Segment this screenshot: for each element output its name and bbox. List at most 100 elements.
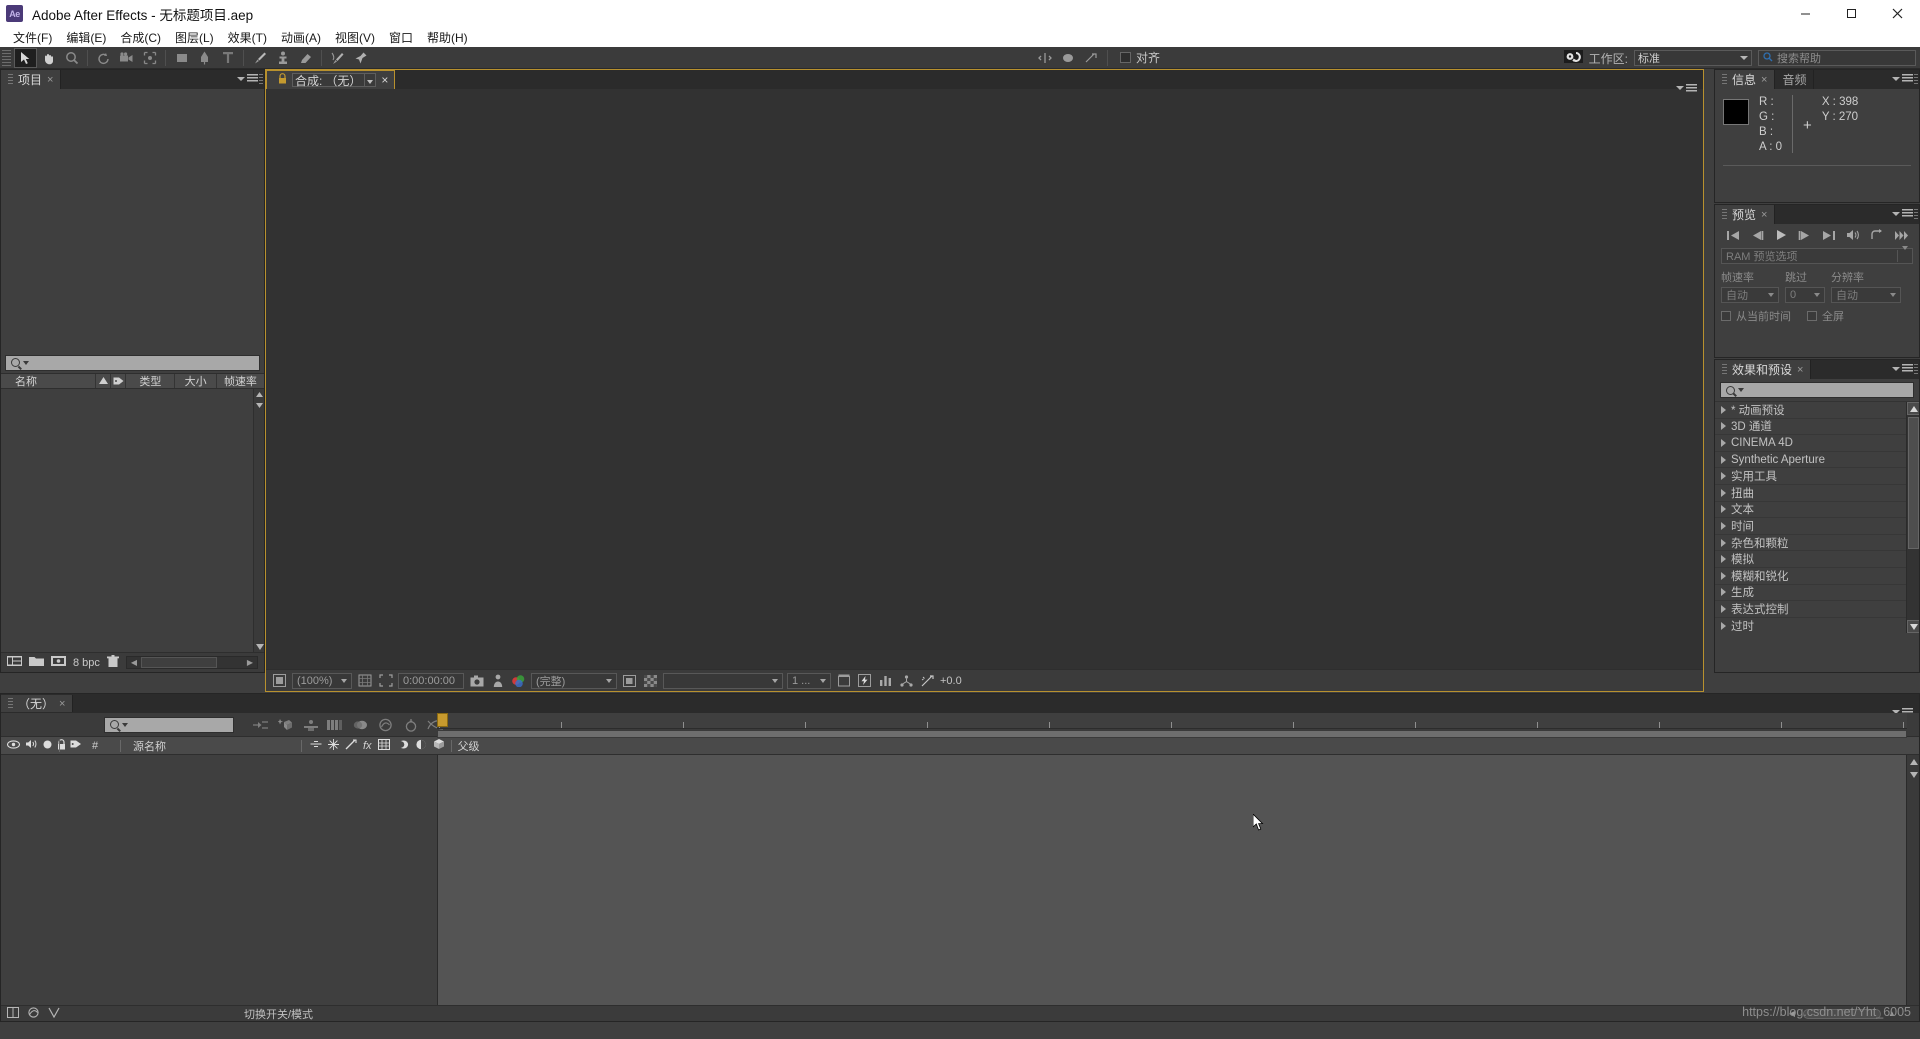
graph-editor-toggle-icon[interactable] xyxy=(27,1006,40,1021)
timeline-current-time[interactable] xyxy=(6,716,92,734)
selection-tool[interactable] xyxy=(14,47,37,68)
toolbar-grip[interactable] xyxy=(2,49,11,66)
panel-grip-icon[interactable] xyxy=(257,70,264,89)
menu-animation[interactable]: 动画(A) xyxy=(274,28,328,47)
tab-preview[interactable]: 预览 × xyxy=(1715,205,1776,224)
fast-preview-icon[interactable] xyxy=(856,672,873,689)
rotation-tool[interactable] xyxy=(92,48,115,68)
menu-help[interactable]: 帮助(H) xyxy=(420,28,475,47)
channels-icon[interactable] xyxy=(510,672,527,689)
effects-category-row[interactable]: 3D 通道 xyxy=(1715,419,1919,436)
pen-tool[interactable] xyxy=(193,48,216,68)
brainstorm-icon[interactable] xyxy=(398,715,423,735)
disclosure-triangle-icon[interactable] xyxy=(1721,555,1726,564)
project-horizontal-scrollbar[interactable]: ◀ ▶ xyxy=(125,656,258,669)
composition-viewer[interactable] xyxy=(266,89,1703,669)
disclosure-triangle-icon[interactable] xyxy=(1721,604,1726,613)
panel-grip-icon[interactable] xyxy=(1912,205,1919,224)
transparency-grid-icon[interactable] xyxy=(642,672,659,689)
effects-panel-menu-button[interactable] xyxy=(1892,364,1913,373)
effects-category-list[interactable]: * 动画预设 3D 通道 CINEMA 4D Synthetic Aperture 实用… xyxy=(1715,401,1919,633)
effects-category-row[interactable]: 生成 xyxy=(1715,585,1919,602)
menu-view[interactable]: 视图(V) xyxy=(328,28,382,47)
loop-icon[interactable] xyxy=(1868,227,1886,243)
last-frame-icon[interactable] xyxy=(1820,227,1838,243)
camera-tool[interactable] xyxy=(115,48,138,68)
scroll-down-arrow-icon[interactable] xyxy=(1907,768,1920,781)
ram-preview-icon[interactable] xyxy=(1892,227,1910,243)
menu-effect[interactable]: 效果(T) xyxy=(221,28,274,47)
composition-name-select[interactable]: 合成: （无） xyxy=(292,73,377,88)
disclosure-triangle-icon[interactable] xyxy=(1721,405,1726,414)
project-search-input[interactable] xyxy=(5,354,260,371)
view-layout-select[interactable] xyxy=(663,672,783,689)
disclosure-triangle-icon[interactable] xyxy=(1721,621,1726,630)
frame-blend-switch-icon[interactable] xyxy=(377,738,390,753)
brush-tool[interactable] xyxy=(248,48,271,68)
skip-select[interactable]: 0 xyxy=(1785,287,1825,303)
disclosure-triangle-icon[interactable] xyxy=(1721,488,1726,497)
shape-tool[interactable] xyxy=(170,48,193,68)
scroll-down-arrow-icon[interactable] xyxy=(254,400,265,411)
effects-category-row[interactable]: 实用工具 xyxy=(1715,468,1919,485)
tab-close-icon[interactable]: × xyxy=(381,73,388,87)
maximize-button[interactable] xyxy=(1828,0,1874,27)
project-panel-menu-button[interactable] xyxy=(237,74,258,83)
scroll-up-arrow-icon[interactable] xyxy=(1907,402,1919,415)
fullscreen-checkbox[interactable]: 全屏 xyxy=(1807,308,1844,324)
lock-icon[interactable] xyxy=(278,73,287,87)
snapshot-icon[interactable] xyxy=(468,672,485,689)
collapse-switch-icon[interactable] xyxy=(328,738,339,753)
column-parent[interactable]: 父级 xyxy=(458,738,480,754)
effects-category-row[interactable]: 模拟 xyxy=(1715,551,1919,568)
timeline-graph-area[interactable] xyxy=(438,755,1919,1005)
effects-category-row[interactable]: 表达式控制 xyxy=(1715,601,1919,618)
bit-depth-label[interactable]: 8 bpc xyxy=(73,657,100,669)
menu-edit[interactable]: 编辑(E) xyxy=(59,28,113,47)
timeline-layer-list[interactable] xyxy=(1,755,438,1005)
tab-close-icon[interactable]: × xyxy=(47,74,53,86)
tab-effects-and-presets[interactable]: 效果和预设 × xyxy=(1715,360,1812,379)
disclosure-triangle-icon[interactable] xyxy=(1721,455,1726,464)
column-sort-icon[interactable] xyxy=(96,373,112,388)
disclosure-triangle-icon[interactable] xyxy=(1721,588,1726,597)
disclosure-triangle-icon[interactable] xyxy=(1721,505,1726,514)
roto-brush-tool[interactable] xyxy=(326,48,349,68)
menu-window[interactable]: 窗口 xyxy=(382,28,420,47)
effects-category-row[interactable]: Synthetic Aperture xyxy=(1715,452,1919,469)
ram-preview-options-select[interactable]: RAM 预览选项 xyxy=(1721,246,1913,264)
composition-panel-menu-button[interactable] xyxy=(1676,83,1697,93)
preview-panel-menu-button[interactable] xyxy=(1892,209,1913,218)
scroll-up-arrow-icon[interactable] xyxy=(254,389,265,400)
next-frame-icon[interactable] xyxy=(1796,227,1814,243)
prev-frame-icon[interactable] xyxy=(1748,227,1766,243)
draft-3d-icon[interactable] xyxy=(273,715,298,735)
exposure-icon[interactable] xyxy=(919,672,936,689)
workspace-settings-icon[interactable] xyxy=(1563,49,1583,67)
audio-icon[interactable] xyxy=(1844,227,1862,243)
solo-icon[interactable] xyxy=(43,740,52,752)
column-type[interactable]: 类型 xyxy=(126,373,176,388)
disclosure-triangle-icon[interactable] xyxy=(1721,422,1726,431)
effects-category-row[interactable]: 杂色和颗粒 xyxy=(1715,535,1919,552)
scroll-up-arrow-icon[interactable] xyxy=(1907,755,1920,768)
current-time-display[interactable]: 0:00:00:00 xyxy=(398,672,464,689)
tab-audio[interactable]: 音频 xyxy=(1775,70,1815,89)
minimize-button[interactable] xyxy=(1782,0,1828,27)
motion-blur-footer-icon[interactable] xyxy=(48,1007,60,1021)
resolution-select[interactable]: (完整) xyxy=(531,672,617,689)
menu-file[interactable]: 文件(F) xyxy=(6,28,59,47)
show-snapshot-icon[interactable] xyxy=(489,672,506,689)
tab-composition[interactable]: 合成: （无） × xyxy=(266,70,396,89)
scroll-left-arrow-icon[interactable]: ◀ xyxy=(127,658,141,667)
scroll-right-arrow-icon[interactable]: ▶ xyxy=(243,658,257,667)
framerate-select[interactable]: 自动 xyxy=(1721,287,1779,303)
delete-icon[interactable] xyxy=(106,654,119,671)
new-comp-icon[interactable] xyxy=(7,655,22,670)
effects-vertical-scrollbar[interactable] xyxy=(1906,402,1919,633)
disclosure-triangle-icon[interactable] xyxy=(1721,438,1726,447)
close-button[interactable] xyxy=(1874,0,1920,27)
disclosure-triangle-icon[interactable] xyxy=(1721,472,1726,481)
clone-stamp-tool[interactable] xyxy=(271,48,294,68)
snapping-icon[interactable] xyxy=(1080,48,1103,68)
